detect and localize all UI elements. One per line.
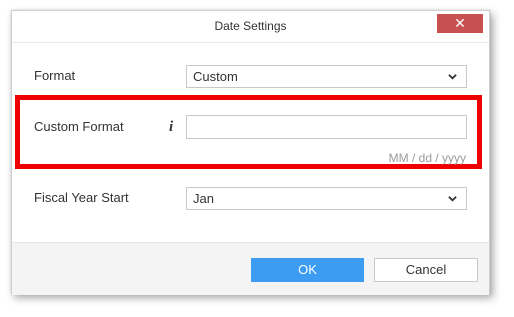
- dialog-title: Date Settings: [214, 19, 287, 33]
- date-settings-dialog: Date Settings ✕ Format Custom Custom For…: [11, 10, 490, 295]
- format-dropdown[interactable]: Custom: [186, 65, 467, 88]
- cancel-button[interactable]: Cancel: [374, 258, 478, 282]
- title-bar: Date Settings ✕: [12, 11, 489, 43]
- ok-button[interactable]: OK: [251, 258, 364, 282]
- fiscal-year-start-value: Jan: [193, 191, 214, 206]
- info-icon[interactable]: i: [169, 119, 173, 136]
- format-label: Format: [34, 68, 76, 83]
- custom-format-label: Custom Format: [34, 119, 124, 134]
- fiscal-year-start-label: Fiscal Year Start: [34, 190, 129, 205]
- chevron-down-icon: [448, 196, 457, 202]
- custom-format-hint: MM / dd / yyyy: [388, 151, 466, 165]
- format-dropdown-value: Custom: [193, 69, 238, 84]
- screen: Date Settings ✕ Format Custom Custom For…: [0, 0, 514, 317]
- dialog-footer: OK Cancel: [12, 242, 489, 295]
- chevron-down-icon: [448, 74, 457, 80]
- custom-format-input[interactable]: [186, 115, 467, 139]
- fiscal-year-start-dropdown[interactable]: Jan: [186, 187, 467, 210]
- close-icon: ✕: [454, 15, 466, 31]
- close-button[interactable]: ✕: [437, 14, 483, 33]
